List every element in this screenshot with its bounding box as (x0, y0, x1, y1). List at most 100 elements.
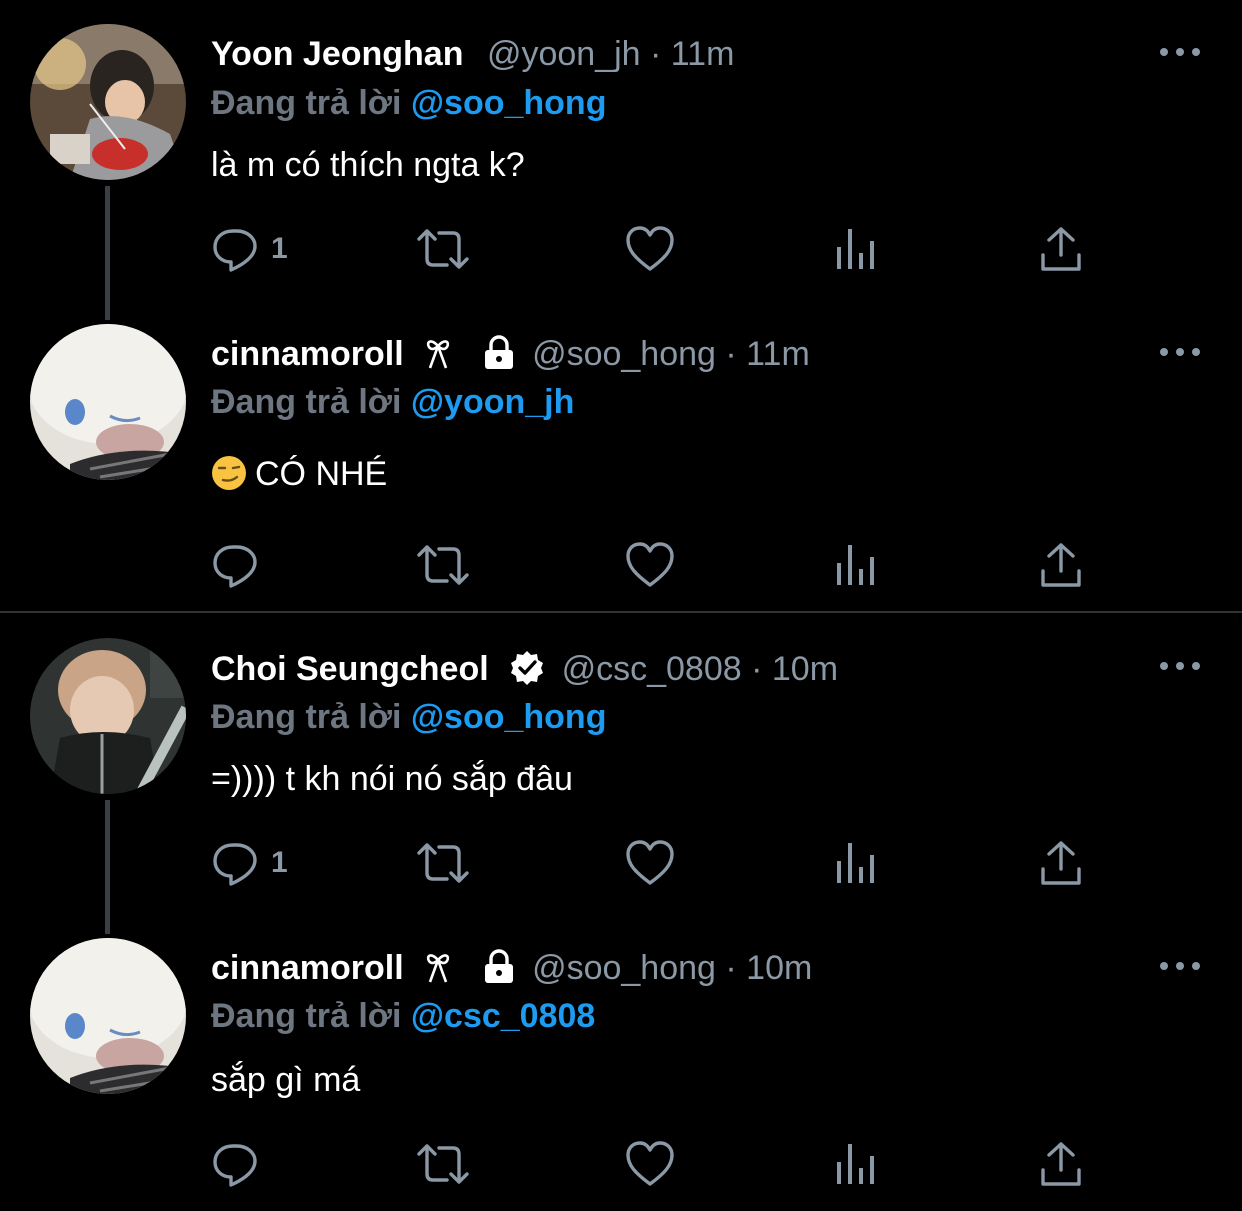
retweet-button[interactable] (415, 838, 471, 888)
like-icon (626, 226, 674, 271)
lock-icon (484, 949, 513, 984)
more-icon[interactable] (1158, 956, 1202, 976)
separator: · (715, 335, 747, 373)
separator: · (640, 35, 671, 73)
avatar-photo (30, 324, 186, 480)
avatar-photo (30, 24, 186, 180)
more-icon[interactable] (1158, 342, 1202, 362)
like-button[interactable] (625, 540, 675, 590)
share-icon (1041, 841, 1081, 885)
like-button[interactable] (625, 224, 675, 274)
analytics-icon (837, 843, 874, 883)
timestamp[interactable]: 11m (671, 35, 735, 73)
tweet-text: =)))) t kh nói nó sắp đâu (211, 760, 573, 798)
retweet-button[interactable] (415, 1139, 471, 1189)
action-bar: 1 (211, 224, 1111, 274)
separator: · (741, 650, 772, 688)
retweet-icon (417, 1144, 469, 1184)
tweet-header: Choi Seungcheol @csc_0808 · 10m (211, 649, 838, 693)
reply-count: 1 (271, 232, 288, 265)
like-button[interactable] (625, 1139, 675, 1189)
reply-button[interactable] (211, 1139, 259, 1189)
reply-icon (213, 843, 257, 886)
handle[interactable]: @soo_hong (532, 949, 716, 987)
tweet[interactable]: Yoon Jeonghan @yoon_jh · 11m Đang trả lờ… (0, 0, 1242, 300)
replying-to-label: Đang trả lời (211, 84, 402, 122)
share-button[interactable] (1039, 1139, 1083, 1189)
tweet-text-content: CÓ NHÉ (255, 455, 388, 493)
retweet-button[interactable] (415, 540, 471, 590)
avatar[interactable] (30, 324, 186, 480)
handle[interactable]: @soo_hong (532, 335, 716, 373)
tweet-text: là m có thích ngta k? (211, 146, 525, 184)
share-icon (1041, 1142, 1081, 1186)
action-bar (211, 1139, 1111, 1189)
analytics-button[interactable] (835, 224, 877, 274)
avatar[interactable] (30, 24, 186, 180)
analytics-icon (837, 229, 874, 269)
analytics-button[interactable] (835, 838, 877, 888)
like-icon (626, 542, 674, 587)
verified-icon (511, 651, 544, 686)
avatar[interactable] (30, 638, 186, 794)
action-bar (211, 540, 1111, 590)
more-icon[interactable] (1158, 42, 1202, 62)
tweet-text: sắp gì má (211, 1061, 361, 1099)
handle[interactable]: @csc_0808 (562, 650, 742, 688)
share-icon (1041, 543, 1081, 587)
replying-to: Đang trả lời @csc_0808 (211, 996, 595, 1036)
analytics-icon (837, 545, 874, 585)
handle[interactable]: @yoon_jh (487, 35, 641, 73)
tweet-header: cinnamoroll @soo_hong · 10m (211, 948, 812, 991)
retweet-icon (417, 229, 469, 269)
replying-to-label: Đang trả lời (211, 383, 402, 421)
timestamp[interactable]: 10m (772, 650, 838, 688)
timestamp[interactable]: 10m (746, 949, 812, 987)
share-icon (1041, 227, 1081, 271)
replying-to: Đang trả lời @soo_hong (211, 83, 606, 123)
mention-link[interactable]: @soo_hong (411, 698, 607, 736)
tweet[interactable]: cinnamoroll @soo_hong · 10m Đang trả lời… (0, 914, 1242, 1211)
more-icon[interactable] (1158, 656, 1202, 676)
like-button[interactable] (625, 838, 675, 888)
tweet-header: Yoon Jeonghan @yoon_jh · 11m (211, 34, 734, 74)
timestamp[interactable]: 11m (746, 335, 810, 373)
avatar-photo (30, 638, 186, 794)
display-name[interactable]: Choi Seungcheol (211, 650, 489, 688)
separator: · (715, 949, 747, 987)
reply-icon (213, 1144, 257, 1187)
like-icon (626, 1141, 674, 1186)
replying-to: Đang trả lời @yoon_jh (211, 382, 574, 422)
retweet-icon (417, 545, 469, 585)
thread-divider (0, 611, 1242, 613)
tweet[interactable]: Choi Seungcheol @csc_0808 · 10m Đang trả… (0, 614, 1242, 914)
like-icon (626, 840, 674, 885)
display-name[interactable]: Yoon Jeonghan (211, 35, 463, 73)
analytics-button[interactable] (835, 1139, 877, 1189)
analytics-button[interactable] (835, 540, 877, 590)
reply-button[interactable] (211, 540, 259, 590)
ribbon-icon (427, 954, 450, 983)
display-name[interactable]: cinnamoroll (211, 949, 404, 987)
avatar[interactable] (30, 938, 186, 1094)
display-name[interactable]: cinnamoroll (211, 335, 404, 373)
smirk-emoji-icon (212, 456, 246, 491)
reply-count: 1 (271, 846, 288, 879)
tweet[interactable]: cinnamoroll @soo_hong · 11m Đang trả lời… (0, 300, 1242, 612)
tweet-header: cinnamoroll @soo_hong · 11m (211, 334, 810, 377)
mention-link[interactable]: @soo_hong (411, 84, 607, 122)
reply-button[interactable]: 1 (211, 838, 288, 888)
ribbon-icon (427, 340, 450, 369)
reply-icon (213, 229, 257, 272)
avatar-photo (30, 938, 186, 1094)
mention-link[interactable]: @yoon_jh (411, 383, 575, 421)
share-button[interactable] (1039, 224, 1083, 274)
analytics-icon (837, 1144, 874, 1184)
tweet-text: CÓ NHÉ (211, 454, 387, 497)
mention-link[interactable]: @csc_0808 (411, 997, 595, 1035)
share-button[interactable] (1039, 540, 1083, 590)
reply-button[interactable]: 1 (211, 224, 288, 274)
share-button[interactable] (1039, 838, 1083, 888)
lock-icon (484, 335, 513, 370)
retweet-button[interactable] (415, 224, 471, 274)
